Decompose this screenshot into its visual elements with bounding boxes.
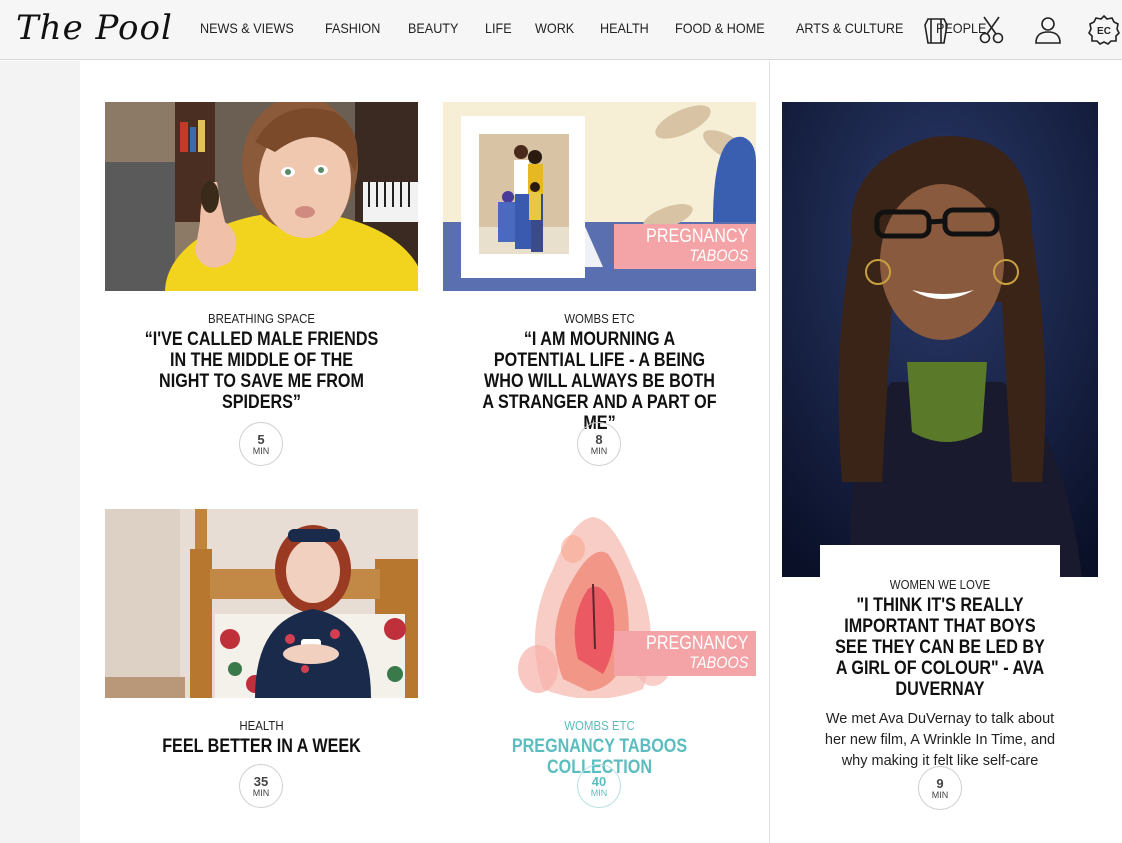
nav-news-views[interactable]: NEWS & VIEWS xyxy=(200,20,294,36)
feature-category[interactable]: WOMEN WE LOVE xyxy=(801,577,1079,592)
article-title[interactable]: FEEL BETTER IN A WEEK xyxy=(144,736,379,757)
read-time-unit: MIN xyxy=(252,445,270,456)
read-time-badge: 5 MIN xyxy=(239,422,283,466)
nav-food-home[interactable]: FOOD & HOME xyxy=(675,20,765,36)
read-time-unit: MIN xyxy=(590,787,608,798)
nav-health[interactable]: HEALTH xyxy=(600,20,649,36)
article-title[interactable]: “I AM MOURNING A POTENTIAL LIFE - A BEIN… xyxy=(482,329,717,434)
read-time-unit: MIN xyxy=(931,789,949,800)
read-time-badge: 40 MIN xyxy=(577,764,621,808)
article-card[interactable]: PREGNANCY TABOOS WOMBS ETC “I AM MOURNIN… xyxy=(443,102,756,466)
nav-life[interactable]: LIFE xyxy=(485,20,512,36)
collection-image[interactable]: PREGNANCY TABOOS xyxy=(443,509,756,698)
collection-category[interactable]: WOMBS ETC xyxy=(462,718,737,733)
cup-icon[interactable] xyxy=(918,12,954,48)
nav-fashion[interactable]: FASHION xyxy=(325,20,380,36)
read-time-badge: 35 MIN xyxy=(239,764,283,808)
ec-icon[interactable]: EC xyxy=(1086,12,1122,48)
feature-image[interactable] xyxy=(782,102,1098,577)
article-category[interactable]: HEALTH xyxy=(124,718,399,733)
nav-work[interactable]: WORK xyxy=(535,20,574,36)
read-time-value: 8 xyxy=(595,431,603,447)
left-gutter xyxy=(0,61,80,843)
ec-icon-label: EC xyxy=(1097,26,1111,37)
article-category[interactable]: BREATHING SPACE xyxy=(124,311,399,326)
site-header: The Pool NEWS & VIEWS FASHION BEAUTY LIF… xyxy=(0,0,1122,60)
read-time-badge: 8 MIN xyxy=(577,422,621,466)
nav-beauty[interactable]: BEAUTY xyxy=(408,20,458,36)
column-divider xyxy=(769,61,770,843)
feature-card[interactable] xyxy=(782,102,1098,577)
scissors-icon[interactable] xyxy=(974,12,1010,48)
article-image[interactable] xyxy=(105,509,418,698)
article-card[interactable]: BREATHING SPACE “I'VE CALLED MALE FRIEND… xyxy=(105,102,418,466)
site-logo[interactable]: The Pool xyxy=(16,8,173,48)
article-category[interactable]: WOMBS ETC xyxy=(462,311,737,326)
pregnancy-taboos-tag: PREGNANCY TABOOS xyxy=(613,631,756,676)
read-time-value: 40 xyxy=(591,773,607,789)
article-title[interactable]: “I'VE CALLED MALE FRIENDS IN THE MIDDLE … xyxy=(144,329,379,413)
main-nav: NEWS & VIEWS FASHION BEAUTY LIFE WORK HE… xyxy=(200,20,1013,36)
nav-arts-culture[interactable]: ARTS & CULTURE xyxy=(796,20,903,36)
tag-line-2: TABOOS xyxy=(688,246,748,265)
tag-line-1: PREGNANCY xyxy=(645,633,748,654)
read-time-badge: 9 MIN xyxy=(918,766,962,810)
feature-title[interactable]: "I THINK IT'S REALLY IMPORTANT THAT BOYS… xyxy=(831,595,1049,700)
article-image[interactable]: PREGNANCY TABOOS xyxy=(443,102,756,291)
read-time-unit: MIN xyxy=(252,787,270,798)
read-time-value: 9 xyxy=(936,775,944,791)
read-time-unit: MIN xyxy=(590,445,608,456)
pregnancy-taboos-tag: PREGNANCY TABOOS xyxy=(613,224,756,269)
header-icons: EC xyxy=(898,12,1122,48)
article-image[interactable] xyxy=(105,102,418,291)
feature-subtitle: We met Ava DuVernay to talk about her ne… xyxy=(824,711,1056,769)
tag-line-2: TABOOS xyxy=(688,653,748,672)
read-time-value: 5 xyxy=(257,431,265,447)
tag-line-1: PREGNANCY xyxy=(645,226,748,247)
read-time-value: 35 xyxy=(253,773,269,789)
collection-card[interactable]: PREGNANCY TABOOS WOMBS ETC PREGNANCY TAB… xyxy=(443,509,756,808)
article-card[interactable]: HEALTH FEEL BETTER IN A WEEK 35 MIN xyxy=(105,509,418,808)
user-icon[interactable] xyxy=(1030,12,1066,48)
feature-text: WOMEN WE LOVE "I THINK IT'S REALLY IMPOR… xyxy=(782,574,1098,810)
